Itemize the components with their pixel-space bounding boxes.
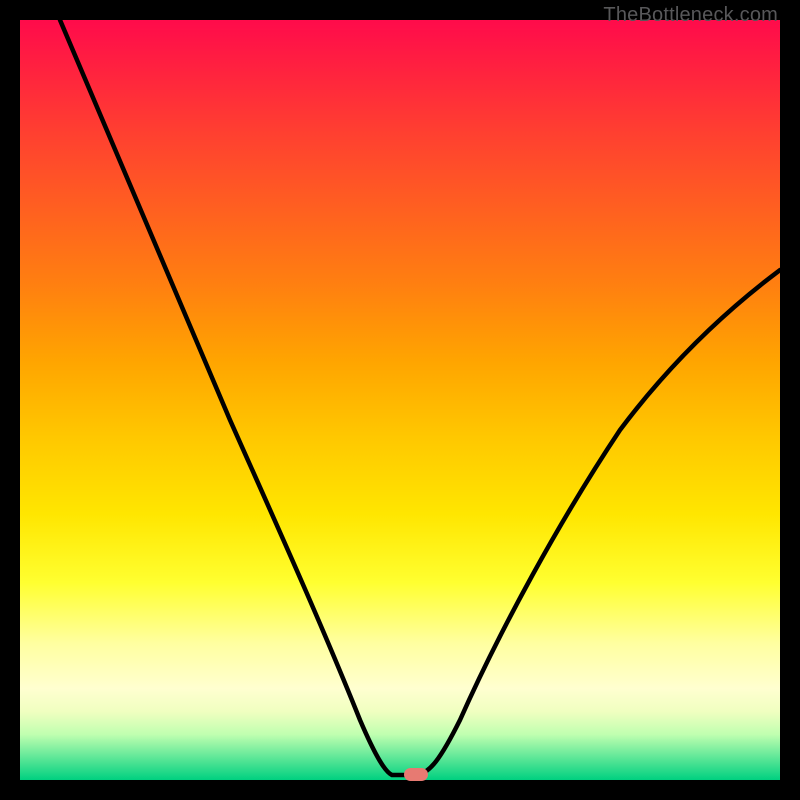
bottleneck-curve <box>20 20 780 780</box>
minimum-marker <box>404 768 428 781</box>
chart-container: TheBottleneck.com <box>0 0 800 800</box>
watermark-text: TheBottleneck.com <box>603 4 778 27</box>
